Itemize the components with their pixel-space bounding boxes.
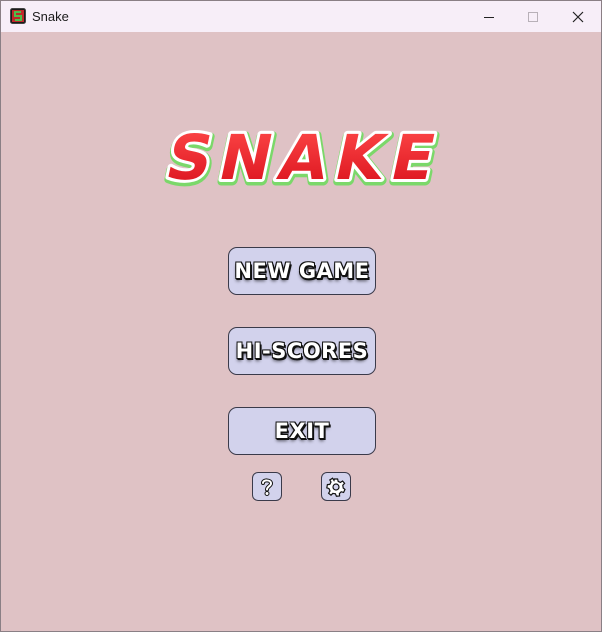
help-button[interactable]: [252, 472, 282, 501]
title-bar[interactable]: Snake: [1, 1, 601, 32]
hi-scores-button[interactable]: HI-SCORES: [228, 327, 376, 375]
game-title: SNAKE: [160, 122, 450, 194]
minimize-button[interactable]: [466, 1, 512, 32]
minimize-icon: [484, 16, 494, 18]
exit-button[interactable]: EXIT: [228, 407, 376, 455]
window-title: Snake: [32, 9, 69, 24]
maximize-button[interactable]: [510, 1, 556, 32]
close-button[interactable]: [555, 1, 601, 32]
snake-app-icon: [10, 8, 26, 24]
new-game-label: NEW GAME: [234, 259, 370, 283]
gear-icon: [326, 476, 346, 497]
game-window: Snake SNAKE SNAKE SNAKE SNAKE NEW GAME H…: [0, 0, 602, 632]
settings-button[interactable]: [321, 472, 351, 501]
exit-label: EXIT: [274, 419, 330, 443]
hi-scores-label: HI-SCORES: [235, 339, 369, 363]
maximize-icon: [528, 11, 538, 22]
close-icon: [572, 11, 584, 22]
question-mark-icon: [261, 477, 274, 496]
new-game-button[interactable]: NEW GAME: [228, 247, 376, 295]
game-title-logo: SNAKE SNAKE SNAKE SNAKE: [156, 119, 451, 201]
